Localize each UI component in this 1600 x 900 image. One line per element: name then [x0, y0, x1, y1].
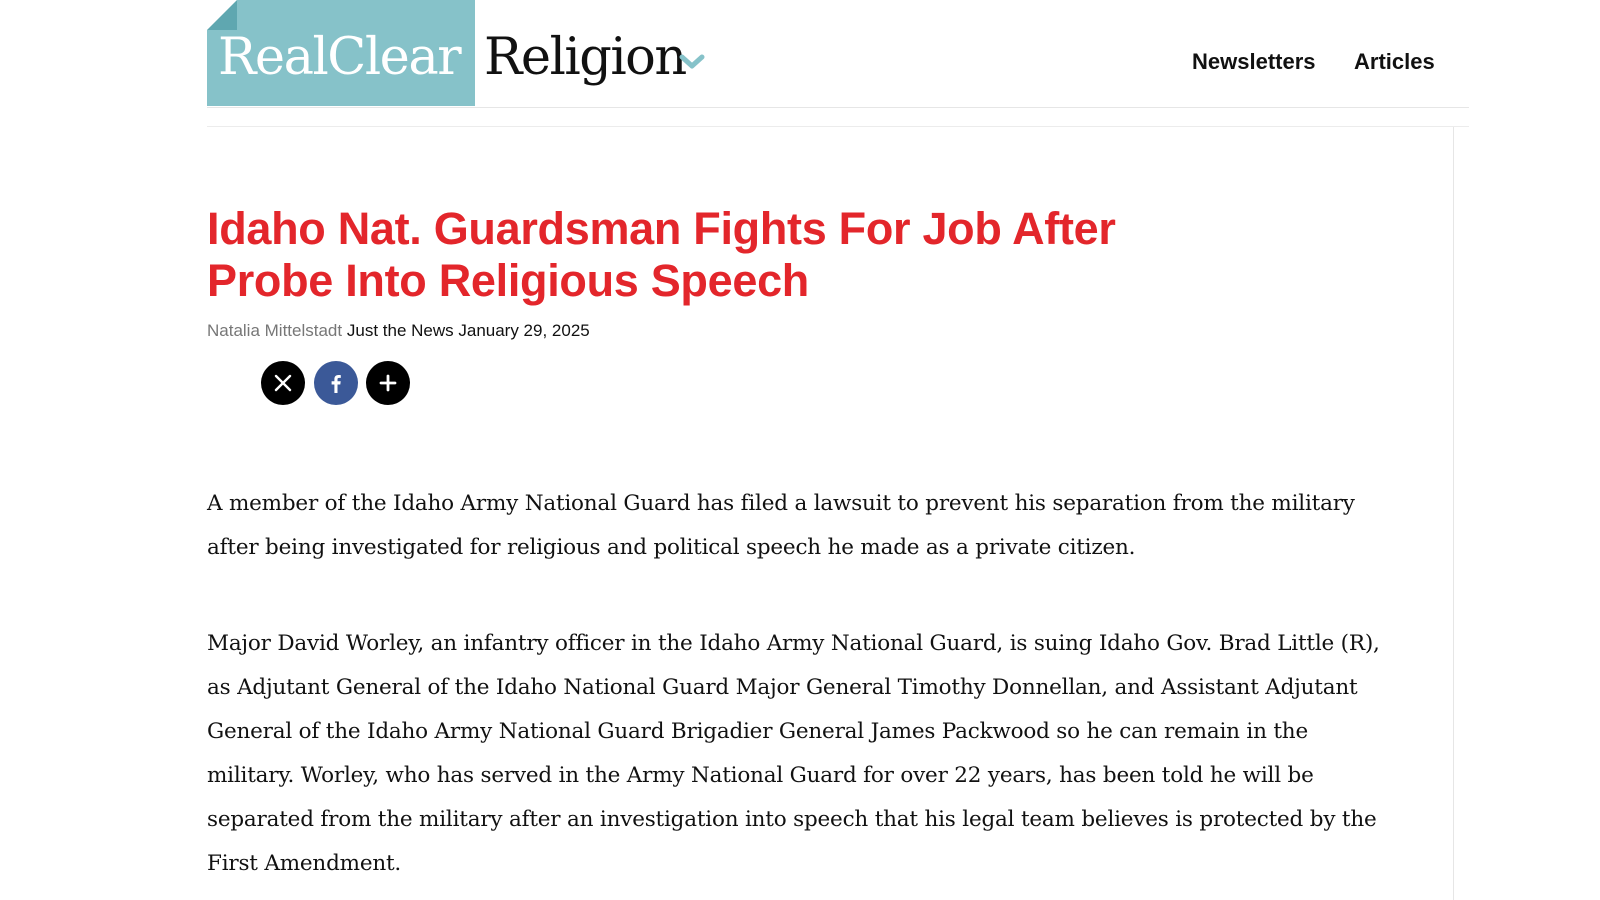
- chevron-down-icon[interactable]: [679, 52, 705, 72]
- site-logo[interactable]: RealClear: [207, 0, 475, 106]
- article-paragraph: Major David Worley, an infantry officer …: [207, 631, 1380, 876]
- logo-brand-text: RealClear: [218, 28, 462, 87]
- article-headline: Idaho Nat. Guardsman Fights For Job Afte…: [207, 203, 1116, 306]
- header-divider: [207, 126, 1469, 127]
- nav-newsletters-link[interactable]: Newsletters: [1192, 49, 1316, 75]
- nav-articles-link[interactable]: Articles: [1354, 49, 1435, 75]
- plus-icon: [379, 374, 397, 392]
- share-x-button[interactable]: [261, 361, 305, 405]
- x-icon: [274, 374, 292, 392]
- byline-date: January 29, 2025: [458, 321, 590, 340]
- share-more-button[interactable]: [366, 361, 410, 405]
- byline-source[interactable]: Just the News: [347, 321, 454, 340]
- byline-author[interactable]: Natalia Mittelstadt: [207, 321, 342, 340]
- share-facebook-button[interactable]: [314, 361, 358, 405]
- logo-fold-corner: [207, 0, 237, 30]
- logo-section-text[interactable]: Religion: [484, 28, 687, 88]
- facebook-icon: [331, 375, 341, 393]
- article-paragraph: A member of the Idaho Army National Guar…: [207, 491, 1355, 560]
- sidebar-divider: [1453, 127, 1454, 900]
- article-byline: Natalia Mittelstadt Just the News Januar…: [207, 321, 590, 341]
- site-header: RealClear Religion Newsletters Articles: [207, 0, 1469, 108]
